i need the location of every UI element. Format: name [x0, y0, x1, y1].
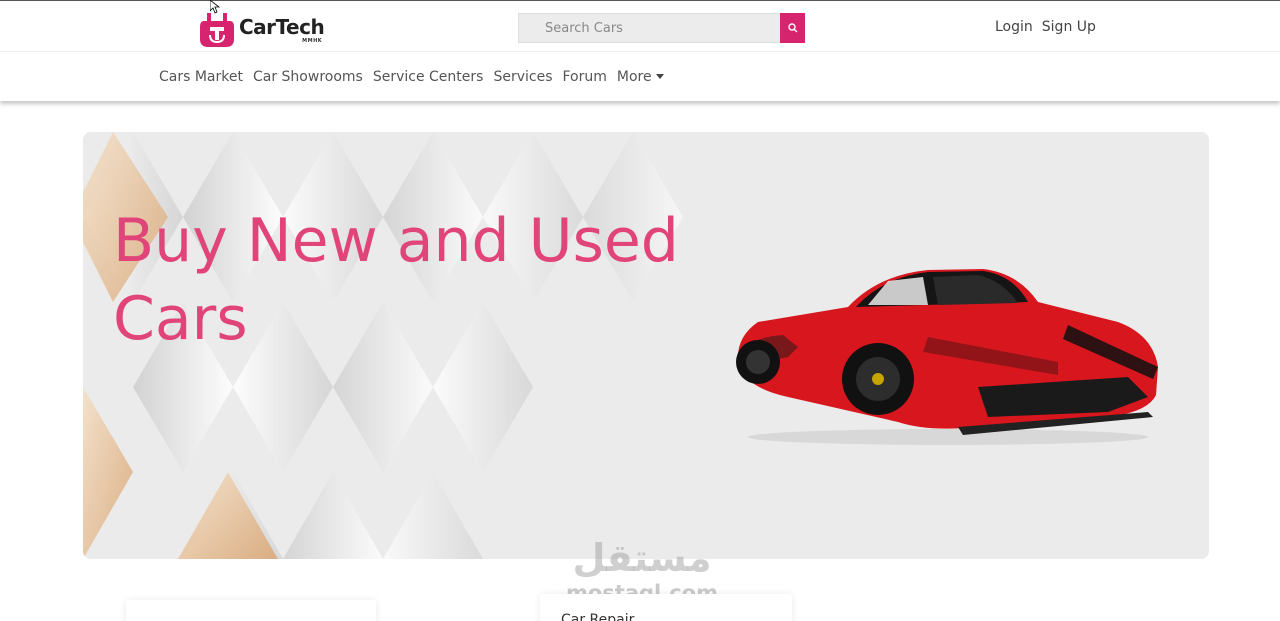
- nav-item-service-centers[interactable]: Service Centers: [373, 69, 484, 85]
- nav-more-label: More: [616, 69, 652, 85]
- mouse-cursor-icon: [210, 0, 220, 14]
- service-card-car-repair[interactable]: Car Repair: [540, 594, 792, 621]
- logo-name: CarTech: [239, 15, 325, 39]
- nav-item-forum[interactable]: Forum: [563, 69, 607, 85]
- logo-subtitle: MMHK: [302, 38, 323, 44]
- service-card-title: Car Repair: [561, 612, 635, 621]
- logo[interactable]: CarTech MMHK: [200, 9, 325, 49]
- search-button[interactable]: [780, 13, 805, 43]
- main-nav: Cars Market Car Showrooms Service Center…: [0, 52, 1280, 101]
- login-link[interactable]: Login: [995, 19, 1033, 35]
- hero-title: Buy New and Used Cars: [113, 206, 679, 354]
- nav-item-services[interactable]: Services: [493, 69, 552, 85]
- service-card[interactable]: [126, 600, 376, 621]
- caret-down-icon: [655, 74, 664, 79]
- hero-banner: Buy New and Used Cars: [83, 132, 1209, 559]
- top-header: CarTech MMHK Login Sign Up: [0, 0, 1280, 52]
- car-image: [736, 269, 1158, 445]
- nav-item-car-showrooms[interactable]: Car Showrooms: [253, 69, 363, 85]
- search-input[interactable]: [518, 13, 780, 43]
- logo-icon: [200, 13, 234, 47]
- nav-item-more[interactable]: More: [617, 69, 664, 85]
- nav-item-cars-market[interactable]: Cars Market: [159, 69, 243, 85]
- signup-link[interactable]: Sign Up: [1042, 19, 1096, 35]
- search-bar: [518, 13, 805, 43]
- auth-links: Login Sign Up: [995, 19, 1096, 35]
- search-icon: [787, 23, 797, 33]
